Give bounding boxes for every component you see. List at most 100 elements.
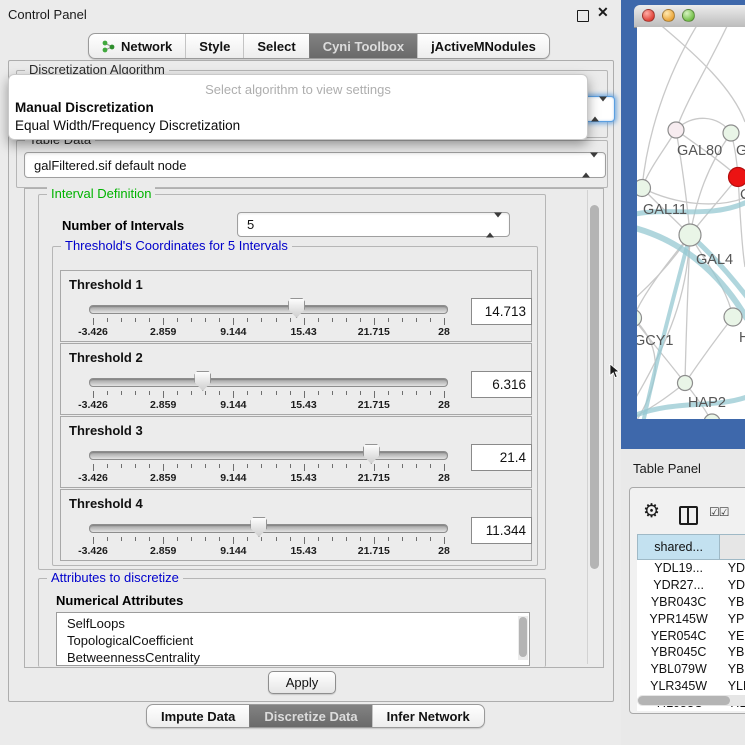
GCY1-node[interactable] [637, 310, 642, 327]
close-window-icon[interactable] [642, 9, 655, 22]
slider-thumb[interactable] [194, 371, 211, 391]
table-cell[interactable]: YLR345W [638, 678, 720, 695]
network-edge[interactable] [642, 130, 676, 188]
table-row[interactable]: YDL19...YDL1 [638, 560, 745, 577]
table-cell[interactable]: YDL19... [638, 560, 720, 577]
H-node[interactable] [724, 308, 742, 326]
zoom-window-icon[interactable] [682, 9, 695, 22]
table-cell[interactable]: YER0 [720, 627, 745, 644]
slider-track[interactable] [89, 451, 448, 460]
threshold-value-field[interactable]: 14.713 [471, 298, 532, 325]
slider-tick [276, 464, 277, 468]
GAL80-node[interactable] [668, 122, 684, 138]
float-window-icon[interactable] [577, 10, 589, 22]
table-cell[interactable]: YDR2 [720, 577, 745, 594]
tab-select[interactable]: Select [243, 34, 308, 58]
table-row[interactable]: YBR043CYBR0 [638, 594, 745, 611]
column-header-shared-name[interactable]: shared... [638, 535, 720, 560]
slider-tick [135, 318, 136, 322]
number-of-intervals-combobox[interactable]: 5 [237, 212, 510, 237]
table-cell[interactable]: YLR3 [720, 678, 745, 695]
tab-network[interactable]: Network [89, 34, 185, 58]
GAL11-node[interactable] [637, 180, 651, 197]
select-columns-icon[interactable]: ☑☑ [709, 505, 729, 519]
table-row[interactable]: YDR27...YDR2 [638, 577, 745, 594]
list-item[interactable]: TopologicalCoefficient [57, 632, 529, 649]
tab-style[interactable]: Style [185, 34, 243, 58]
threshold-value-field[interactable]: 6.316 [471, 371, 532, 398]
slider-tick [219, 464, 220, 468]
slider-tick [430, 464, 431, 468]
network-edge[interactable] [657, 27, 745, 122]
table-cell[interactable]: YBR0 [720, 594, 745, 611]
scrollbar-thumb[interactable] [519, 617, 527, 657]
slider-tick [318, 464, 319, 468]
network-graph[interactable]: GAL80GCGAL11GAL4GCY1HHAP2 [637, 27, 745, 419]
table-cell[interactable]: YPR1 [720, 610, 745, 627]
vertical-scrollbar[interactable] [587, 190, 601, 664]
slider-track[interactable] [89, 378, 448, 387]
slider-thumb[interactable] [250, 517, 267, 537]
table-cell[interactable]: YBR045C [638, 644, 720, 661]
slider-tick-label: 21.715 [358, 326, 390, 338]
apply-button[interactable]: Apply [268, 671, 336, 694]
table-cell[interactable]: YER054C [638, 627, 720, 644]
slider-tick [93, 391, 94, 398]
slider-thumb[interactable] [288, 298, 305, 318]
tab-cyni-toolbox[interactable]: Cyni Toolbox [309, 34, 417, 58]
numerical-attributes-list[interactable]: SelfLoops TopologicalCoefficient Between… [56, 612, 530, 666]
column-layout-icon[interactable] [679, 506, 698, 525]
table-cell[interactable]: YBL0 [720, 661, 745, 678]
list-scrollbar[interactable] [518, 616, 528, 660]
slider-track[interactable] [89, 305, 448, 314]
horizontal-scrollbar[interactable] [637, 695, 745, 706]
slider-tick [290, 391, 291, 395]
table-data-combobox[interactable]: galFiltered.sif default node [24, 152, 606, 178]
table-row[interactable]: YPR145WYPR1 [638, 610, 745, 627]
tab-infer-network[interactable]: Infer Network [372, 705, 484, 727]
C-node[interactable] [729, 168, 745, 187]
network-edge[interactable] [643, 235, 690, 419]
dropdown-option-manual[interactable]: Manual Discretization [9, 99, 587, 117]
settings-gear-icon[interactable]: ⚙ [643, 502, 660, 521]
list-item[interactable]: BetweennessCentrality [57, 649, 529, 666]
table-cell[interactable]: YBL079W [638, 661, 720, 678]
node-table: shared... n YDL19...YDL1YDR27...YDR2YBR0… [637, 534, 745, 711]
column-header-name[interactable]: n [720, 535, 745, 560]
table-cell[interactable]: YBR043C [638, 594, 720, 611]
G-node[interactable] [723, 125, 739, 141]
slider-thumb[interactable] [363, 444, 380, 464]
scrollbar-thumb[interactable] [590, 205, 599, 569]
table-cell[interactable]: YPR145W [638, 610, 720, 627]
slider-track[interactable] [89, 524, 448, 533]
table-cell[interactable]: YDL1 [720, 560, 745, 577]
edge-node[interactable] [704, 414, 720, 419]
slider-tick [233, 464, 234, 471]
threshold-value-field[interactable]: 21.4 [471, 444, 532, 471]
table-cell[interactable]: YDR27... [638, 577, 720, 594]
tab-impute-data[interactable]: Impute Data [147, 705, 249, 727]
close-icon[interactable]: ✕ [597, 4, 609, 21]
GAL4-node[interactable] [679, 224, 701, 246]
table-cell[interactable]: YBR0 [720, 644, 745, 661]
slider-tick-label: 9.144 [220, 326, 246, 338]
slider-tick [304, 537, 305, 544]
HAP2-node[interactable] [678, 376, 693, 391]
dropdown-option-equal-width[interactable]: Equal Width/Frequency Discretization [9, 117, 587, 135]
network-edge[interactable] [676, 27, 729, 130]
table-row[interactable]: YBL079WYBL0 [638, 661, 745, 678]
table-row[interactable]: YLR345WYLR3 [638, 678, 745, 695]
network-canvas[interactable]: GAL80GCGAL11GAL4GCY1HHAP2 [637, 27, 745, 419]
table-row[interactable]: YER054CYER0 [638, 627, 745, 644]
minimize-window-icon[interactable] [662, 9, 675, 22]
table-row[interactable]: YBR045CYBR0 [638, 644, 745, 661]
network-window-titlebar[interactable] [634, 5, 745, 28]
threshold-value-field[interactable]: 11.344 [471, 517, 532, 544]
list-item[interactable]: SelfLoops [57, 613, 529, 632]
tab-jactivemnodules[interactable]: jActiveMNodules [417, 34, 549, 58]
tab-discretize-data[interactable]: Discretize Data [249, 705, 371, 727]
scrollbar-thumb[interactable] [638, 696, 730, 705]
slider-tick-label: -3.426 [78, 472, 108, 484]
dropdown-placeholder-option[interactable]: Select algorithm to view settings [9, 81, 587, 99]
network-edge[interactable] [685, 317, 733, 383]
